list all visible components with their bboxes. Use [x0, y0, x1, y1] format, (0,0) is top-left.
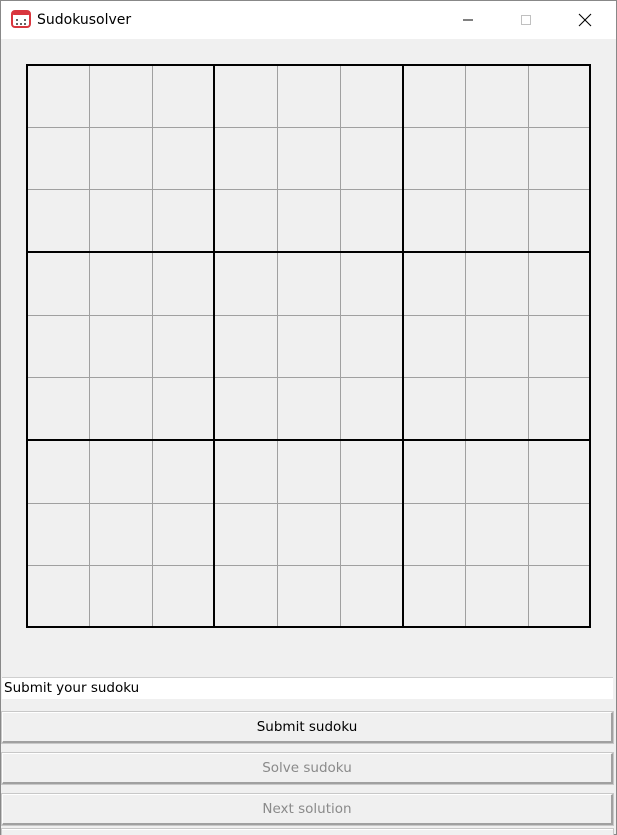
sudoku-cell[interactable]: [152, 315, 215, 378]
sudoku-cell[interactable]: [403, 377, 466, 440]
submit-sudoku-button[interactable]: Submit sudoku: [1, 711, 614, 744]
window-title: Sudokusolver: [37, 12, 132, 28]
sudoku-cell[interactable]: [465, 315, 528, 378]
sudoku-cell[interactable]: [465, 252, 528, 315]
sudoku-cell[interactable]: [528, 315, 591, 378]
sudoku-cell[interactable]: [214, 315, 277, 378]
close-button[interactable]: [562, 1, 608, 39]
sudoku-cell[interactable]: [89, 565, 152, 628]
maximize-icon: [520, 14, 532, 26]
sudoku-cell[interactable]: [26, 503, 89, 566]
sudoku-cell[interactable]: [152, 189, 215, 252]
sudoku-cell[interactable]: [403, 503, 466, 566]
sudoku-cell[interactable]: [214, 377, 277, 440]
sudoku-cell[interactable]: [340, 377, 403, 440]
sudoku-cell[interactable]: [26, 565, 89, 628]
sudoku-cell[interactable]: [403, 315, 466, 378]
sudoku-cell[interactable]: [214, 252, 277, 315]
app-window: Sudokusolver Submit your sudoku Submit s…: [0, 0, 617, 835]
sudoku-cell[interactable]: [277, 252, 340, 315]
sudoku-cell[interactable]: [152, 377, 215, 440]
minimize-button[interactable]: [445, 1, 491, 39]
solve-sudoku-button[interactable]: Solve sudoku: [1, 752, 614, 785]
sudoku-cell[interactable]: [340, 189, 403, 252]
sudoku-cell[interactable]: [26, 64, 89, 127]
sudoku-cell[interactable]: [277, 503, 340, 566]
sudoku-cell[interactable]: [26, 252, 89, 315]
sudoku-cell[interactable]: [465, 503, 528, 566]
sudoku-cell[interactable]: [528, 503, 591, 566]
sudoku-cell[interactable]: [89, 503, 152, 566]
title-bar[interactable]: Sudokusolver: [1, 1, 616, 39]
sudoku-cell[interactable]: [214, 440, 277, 503]
sudoku-cell[interactable]: [528, 252, 591, 315]
sudoku-cell[interactable]: [277, 565, 340, 628]
sudoku-cell[interactable]: [340, 565, 403, 628]
sudoku-cell[interactable]: [26, 127, 89, 190]
sudoku-cell[interactable]: [214, 64, 277, 127]
sudoku-cell[interactable]: [403, 252, 466, 315]
sudoku-cell[interactable]: [403, 440, 466, 503]
sudoku-cell[interactable]: [152, 64, 215, 127]
sudoku-cell[interactable]: [214, 565, 277, 628]
app-icon: [11, 10, 31, 28]
sudoku-cell[interactable]: [26, 377, 89, 440]
sudoku-cell[interactable]: [89, 377, 152, 440]
sudoku-cell[interactable]: [465, 127, 528, 190]
minimize-icon: [462, 14, 474, 26]
sudoku-cell[interactable]: [26, 440, 89, 503]
sudoku-cell[interactable]: [277, 127, 340, 190]
sudoku-cell[interactable]: [340, 127, 403, 190]
status-field: Submit your sudoku: [2, 677, 613, 699]
sudoku-cell[interactable]: [89, 64, 152, 127]
sudoku-cell[interactable]: [528, 64, 591, 127]
close-icon: [578, 13, 592, 27]
sudoku-cell[interactable]: [152, 503, 215, 566]
maximize-button: [503, 1, 549, 39]
sudoku-cell[interactable]: [465, 565, 528, 628]
sudoku-cell[interactable]: [89, 127, 152, 190]
sudoku-cell[interactable]: [340, 252, 403, 315]
sudoku-cell[interactable]: [152, 440, 215, 503]
sudoku-cell[interactable]: [89, 252, 152, 315]
sudoku-cell[interactable]: [465, 377, 528, 440]
sudoku-cell[interactable]: [528, 565, 591, 628]
sudoku-cell[interactable]: [214, 503, 277, 566]
sudoku-cell[interactable]: [277, 440, 340, 503]
sudoku-cell[interactable]: [277, 64, 340, 127]
sudoku-cell[interactable]: [528, 377, 591, 440]
sudoku-cell[interactable]: [465, 64, 528, 127]
sudoku-cell[interactable]: [340, 440, 403, 503]
sudoku-cell[interactable]: [528, 127, 591, 190]
sudoku-cell[interactable]: [277, 189, 340, 252]
sudoku-cell[interactable]: [403, 64, 466, 127]
sudoku-cell[interactable]: [528, 189, 591, 252]
sudoku-cell[interactable]: [214, 189, 277, 252]
sudoku-cell[interactable]: [403, 127, 466, 190]
sudoku-cell[interactable]: [214, 127, 277, 190]
next-solution-button[interactable]: Next solution: [1, 793, 614, 826]
sudoku-cell[interactable]: [89, 315, 152, 378]
sudoku-cell[interactable]: [152, 252, 215, 315]
sudoku-cell[interactable]: [340, 64, 403, 127]
sudoku-cell[interactable]: [340, 315, 403, 378]
sudoku-cell[interactable]: [340, 503, 403, 566]
sudoku-board: [26, 64, 591, 628]
sudoku-cell[interactable]: [528, 440, 591, 503]
sudoku-cell[interactable]: [26, 315, 89, 378]
sudoku-cell[interactable]: [152, 565, 215, 628]
sudoku-cell[interactable]: [403, 565, 466, 628]
sudoku-cell[interactable]: [26, 189, 89, 252]
sudoku-cell[interactable]: [465, 440, 528, 503]
bottom-panel-edge: [1, 828, 614, 835]
sudoku-cell[interactable]: [152, 127, 215, 190]
sudoku-cell[interactable]: [465, 189, 528, 252]
sudoku-cell[interactable]: [277, 377, 340, 440]
sudoku-cell[interactable]: [277, 315, 340, 378]
sudoku-cell[interactable]: [403, 189, 466, 252]
sudoku-cell[interactable]: [89, 189, 152, 252]
sudoku-cell[interactable]: [89, 440, 152, 503]
